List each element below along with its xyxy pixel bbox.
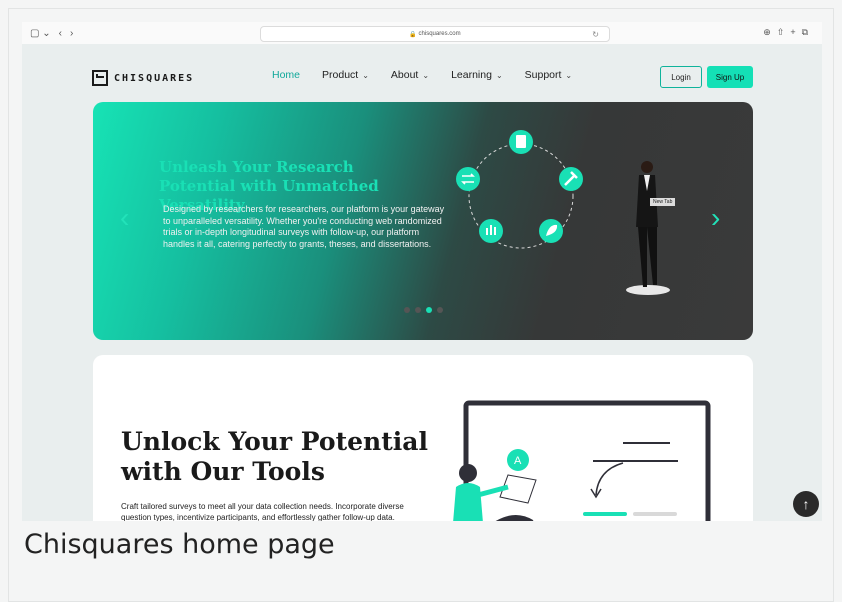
carousel-dot[interactable] (415, 307, 421, 313)
back-button[interactable]: ‹ (59, 28, 62, 39)
document-icon (509, 130, 533, 154)
image-caption: Chisquares home page (24, 529, 335, 560)
nav-label: About (390, 69, 419, 81)
nav-item-support[interactable]: Support ⌄ (525, 69, 572, 81)
chart-icon (479, 219, 503, 243)
carousel-dot[interactable] (437, 307, 443, 313)
carousel-next-button[interactable]: › (711, 202, 720, 234)
chevron-down-icon: ⌄ (495, 71, 503, 80)
logo-mark-icon (92, 70, 108, 86)
carousel-dot[interactable] (404, 307, 410, 313)
nav-item-about[interactable]: About ⌄ (391, 69, 429, 81)
new-tab-tooltip: New Tab (650, 198, 676, 206)
nav-label: Learning (451, 69, 492, 81)
signup-button[interactable]: Sign Up (707, 66, 753, 88)
logo[interactable]: CHISQUARES (92, 70, 194, 86)
chevron-down-icon: ⌄ (362, 71, 369, 80)
lock-icon: 🔒 (409, 31, 419, 38)
rocket-icon (539, 219, 563, 243)
carousel-dot-active[interactable] (426, 307, 432, 313)
address-bar[interactable]: 🔒 chisquares.com ↻ (260, 26, 610, 42)
features-cycle-graphic (456, 130, 583, 249)
main-nav: Home Product ⌄ About ⌄ Learning ⌄ Support ⌄ (272, 69, 572, 81)
login-button[interactable]: Login (660, 66, 702, 88)
chevron-down-icon: ⌄ (565, 71, 573, 80)
hammer-icon (559, 167, 583, 191)
reload-icon[interactable]: ↻ (592, 30, 599, 39)
browser-actions[interactable]: ⊕⇧+⧉ (763, 27, 814, 38)
sidebar-icon[interactable]: ▢ ⌄ (30, 28, 51, 39)
address-text: chisquares.com (418, 31, 461, 37)
scroll-to-top-button[interactable]: ↑ (793, 491, 819, 517)
nav-label: Product (322, 69, 359, 81)
forward-button[interactable]: › (70, 28, 73, 39)
nav-item-learning[interactable]: Learning ⌄ (451, 69, 503, 81)
logo-text: CHISQUARES (114, 72, 195, 84)
arrow-up-icon: ↑ (802, 496, 810, 512)
hero-body: Designed by researchers for researchers,… (163, 204, 445, 249)
browser-toolbar: ▢ ⌄ ‹ › ◐ 🔒 chisquares.com ↻ ⊕⇧+⧉ (22, 22, 822, 45)
chevron-down-icon: ⌄ (422, 71, 430, 80)
survey-illustration: A (453, 400, 711, 521)
hero-carousel: Unleash Your Research Potential with Unm… (93, 102, 753, 340)
nav-item-product[interactable]: Product ⌄ (322, 69, 369, 81)
svg-text:A: A (514, 455, 522, 467)
tools-section: Unlock Your Potential with Our Tools Cra… (93, 355, 753, 521)
carousel-prev-button[interactable]: ‹ (120, 202, 129, 234)
carousel-indicators (404, 307, 443, 313)
nav-item-home[interactable]: Home (272, 69, 300, 81)
tools-title: Unlock Your Potential with Our Tools (121, 427, 428, 486)
businessman-illustration (626, 161, 670, 295)
website-viewport: CHISQUARES Home Product ⌄ About ⌄ Learning… (22, 44, 822, 521)
nav-label: Support (524, 69, 562, 81)
tools-body: Craft tailored surveys to meet all your … (121, 502, 404, 521)
repeat-icon (456, 167, 480, 191)
